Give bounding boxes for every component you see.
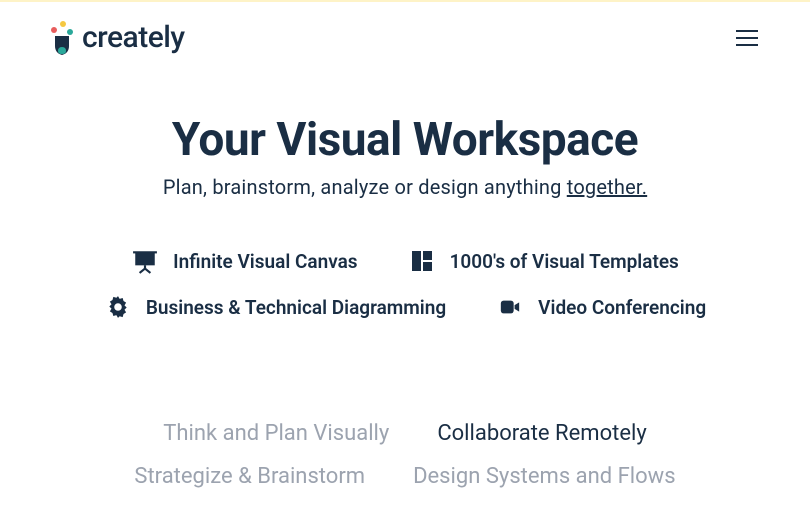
feature-infinite-canvas: Infinite Visual Canvas (131, 247, 357, 275)
link-think-plan[interactable]: Think and Plan Visually (163, 421, 389, 446)
hero-subtitle-text: Plan, brainstorm, analyze or design anyt… (163, 175, 567, 199)
menu-button[interactable] (732, 26, 762, 50)
logo-mark-icon (48, 21, 76, 55)
link-strategize[interactable]: Strategize & Brainstorm (134, 464, 365, 489)
gear-icon (104, 293, 132, 321)
hero-title: Your Visual Workspace (40, 113, 770, 167)
link-design-systems[interactable]: Design Systems and Flows (413, 464, 676, 489)
feature-diagramming: Business & Technical Diagramming (104, 293, 446, 321)
hamburger-icon (736, 44, 758, 46)
hero-subtitle-underlined: together. (567, 175, 647, 199)
feature-label: 1000's of Visual Templates (450, 250, 679, 273)
brand-logo[interactable]: creately (48, 20, 185, 55)
video-icon (496, 293, 524, 321)
hamburger-icon (736, 30, 758, 32)
presentation-icon (131, 247, 159, 275)
hero-section: Your Visual Workspace Plan, brainstorm, … (0, 73, 810, 199)
hamburger-icon (736, 37, 758, 39)
feature-label: Infinite Visual Canvas (173, 250, 357, 273)
link-collaborate[interactable]: Collaborate Remotely (437, 421, 646, 446)
secondary-links: Think and Plan Visually Collaborate Remo… (0, 321, 810, 489)
feature-label: Video Conferencing (538, 296, 706, 319)
hero-subtitle: Plan, brainstorm, analyze or design anyt… (40, 175, 770, 199)
grid-icon (408, 247, 436, 275)
brand-name: creately (82, 20, 185, 55)
header: creately (0, 2, 810, 73)
feature-video: Video Conferencing (496, 293, 706, 321)
features-row: Infinite Visual Canvas 1000's of Visual … (0, 199, 810, 321)
feature-templates: 1000's of Visual Templates (408, 247, 679, 275)
feature-label: Business & Technical Diagramming (146, 296, 446, 319)
